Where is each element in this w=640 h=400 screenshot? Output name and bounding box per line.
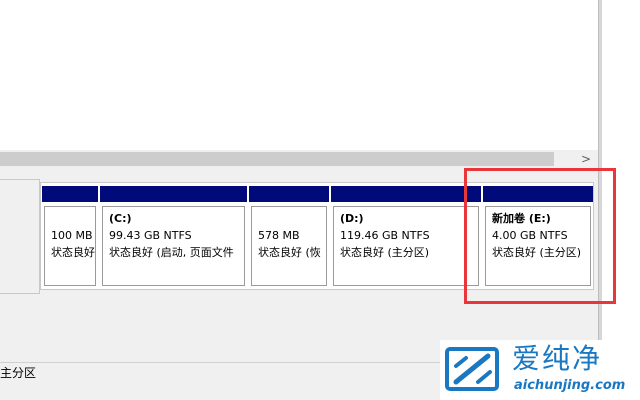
partition-status: 状态良好 — [51, 246, 95, 259]
partition-recovery[interactable]: 578 MB 状态良好 (恢 — [249, 186, 329, 288]
red-highlight-box — [464, 168, 616, 304]
logo-icon — [445, 347, 499, 391]
watermark-title: 爱纯净 — [512, 342, 603, 375]
partition-status: 状态良好 (主分区) — [340, 246, 430, 259]
partition-size: 119.46 GB NTFS — [340, 229, 430, 242]
partition-c[interactable]: (C:) 99.43 GB NTFS 状态良好 (启动, 页面文件 — [100, 186, 247, 288]
partition-bar — [42, 186, 98, 202]
horizontal-scrollbar-thumb[interactable] — [0, 152, 554, 166]
legend-bar — [0, 362, 440, 384]
scroll-right-arrow-icon[interactable]: > — [578, 151, 594, 167]
legend-primary-partition: 主分区 — [0, 366, 37, 380]
partition-system-reserved[interactable]: 100 MB 状态良好 — [42, 186, 98, 288]
partition-bar — [249, 186, 329, 202]
partition-size: 578 MB — [258, 229, 300, 242]
partition-body[interactable]: 578 MB 状态良好 (恢 — [251, 206, 327, 286]
partition-body[interactable]: (C:) 99.43 GB NTFS 状态良好 (启动, 页面文件 — [102, 206, 245, 286]
partition-body[interactable]: (D:) 119.46 GB NTFS 状态良好 (主分区) — [333, 206, 479, 286]
partition-size: 100 MB — [51, 229, 93, 242]
partition-bar — [100, 186, 247, 202]
partition-bar — [331, 186, 481, 202]
partition-d[interactable]: (D:) 119.46 GB NTFS 状态良好 (主分区) — [331, 186, 481, 288]
watermark-url: aichunjing.com — [514, 378, 626, 393]
partition-size: 99.43 GB NTFS — [109, 229, 192, 242]
partition-name: (D:) — [340, 212, 364, 225]
partition-status: 状态良好 (启动, 页面文件 — [109, 246, 234, 259]
partition-body[interactable]: 100 MB 状态良好 — [44, 206, 96, 286]
partition-status: 状态良好 (恢 — [258, 246, 321, 259]
volume-list-pane — [0, 0, 600, 152]
partition-name: (C:) — [109, 212, 132, 225]
disk-label-box[interactable] — [0, 179, 40, 294]
